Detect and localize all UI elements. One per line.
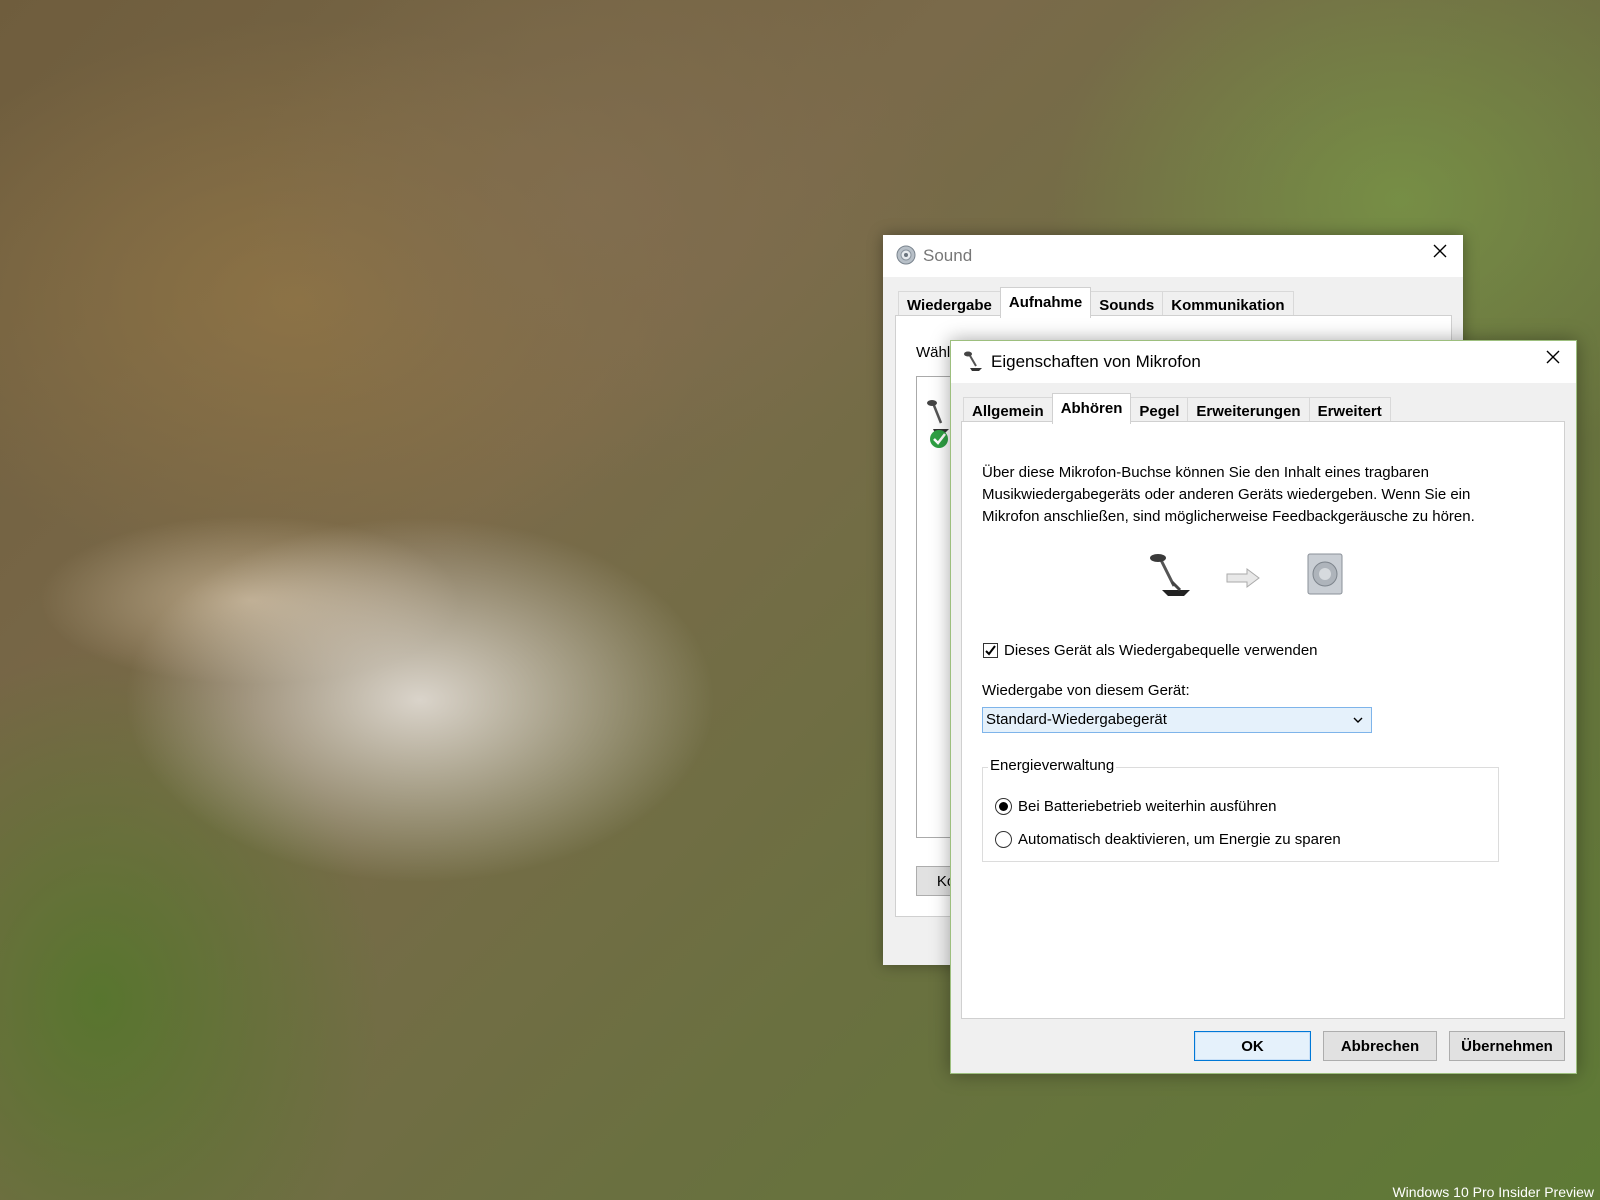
cancel-button[interactable]: Abbrechen	[1323, 1031, 1437, 1061]
sound-close-button[interactable]	[1417, 235, 1463, 267]
sound-tabs: Wiedergabe Aufnahme Sounds Kommunikation	[898, 287, 1294, 318]
sound-title: Sound	[923, 246, 973, 265]
power-management-group: Energieverwaltung Bei Batteriebetrieb we…	[982, 757, 1499, 862]
microphone-properties-window: Eigenschaften von Mikrofon Allgemein Abh…	[950, 340, 1577, 1074]
abhoeren-tab-panel: Über diese Mikrofon-Buchse können Sie de…	[961, 421, 1565, 1019]
speaker-illustration-icon	[1305, 552, 1345, 596]
desktop-watermark: Windows 10 Pro Insider Preview	[1392, 1184, 1594, 1200]
arrow-right-icon	[1225, 567, 1261, 589]
checkmark-icon	[985, 645, 996, 656]
radio-keep-running[interactable]	[995, 798, 1012, 815]
radio-auto-disable[interactable]	[995, 831, 1012, 848]
tab-kommunikation[interactable]: Kommunikation	[1162, 291, 1294, 318]
props-titlebar: Eigenschaften von Mikrofon	[951, 341, 1576, 383]
listen-checkbox-label[interactable]: Dieses Gerät als Wiedergabequelle verwen…	[1004, 642, 1318, 659]
tab-aufnahme[interactable]: Aufnahme	[999, 287, 1092, 318]
ok-button[interactable]: OK	[1194, 1031, 1311, 1061]
chevron-down-icon	[1353, 717, 1363, 723]
props-close-button[interactable]	[1530, 341, 1576, 373]
tab-erweiterungen[interactable]: Erweiterungen	[1187, 397, 1310, 424]
playback-device-dropdown[interactable]: Standard-Wiedergabegerät	[982, 707, 1372, 733]
listen-description: Über diese Mikrofon-Buchse können Sie de…	[982, 464, 1475, 525]
close-icon	[1433, 244, 1447, 258]
microphone-icon	[963, 350, 985, 372]
tab-wiedergabe[interactable]: Wiedergabe	[898, 291, 1001, 318]
playback-device-label: Wiedergabe von diesem Gerät:	[982, 682, 1190, 699]
tab-abhoeren[interactable]: Abhören	[1051, 393, 1132, 424]
tab-sounds[interactable]: Sounds	[1090, 291, 1164, 318]
listen-checkbox[interactable]	[983, 643, 998, 658]
props-title: Eigenschaften von Mikrofon	[991, 352, 1201, 371]
microphone-illustration-icon	[1146, 552, 1192, 600]
sound-titlebar: Sound	[883, 235, 1463, 277]
close-icon	[1546, 350, 1560, 364]
sound-partial-label: Wähl	[916, 344, 951, 361]
speaker-icon	[895, 244, 917, 266]
radio-keep-running-label[interactable]: Bei Batteriebetrieb weiterhin ausführen	[1018, 798, 1277, 815]
tab-allgemein[interactable]: Allgemein	[963, 397, 1053, 424]
props-tabs: Allgemein Abhören Pegel Erweiterungen Er…	[963, 393, 1391, 424]
tab-erweitert[interactable]: Erweitert	[1308, 397, 1391, 424]
radio-auto-disable-label[interactable]: Automatisch deaktivieren, um Energie zu …	[1018, 831, 1341, 848]
tab-pegel[interactable]: Pegel	[1130, 397, 1189, 424]
playback-device-value: Standard-Wiedergabegerät	[986, 711, 1167, 728]
power-management-legend: Energieverwaltung	[988, 757, 1117, 774]
apply-button[interactable]: Übernehmen	[1449, 1031, 1565, 1061]
